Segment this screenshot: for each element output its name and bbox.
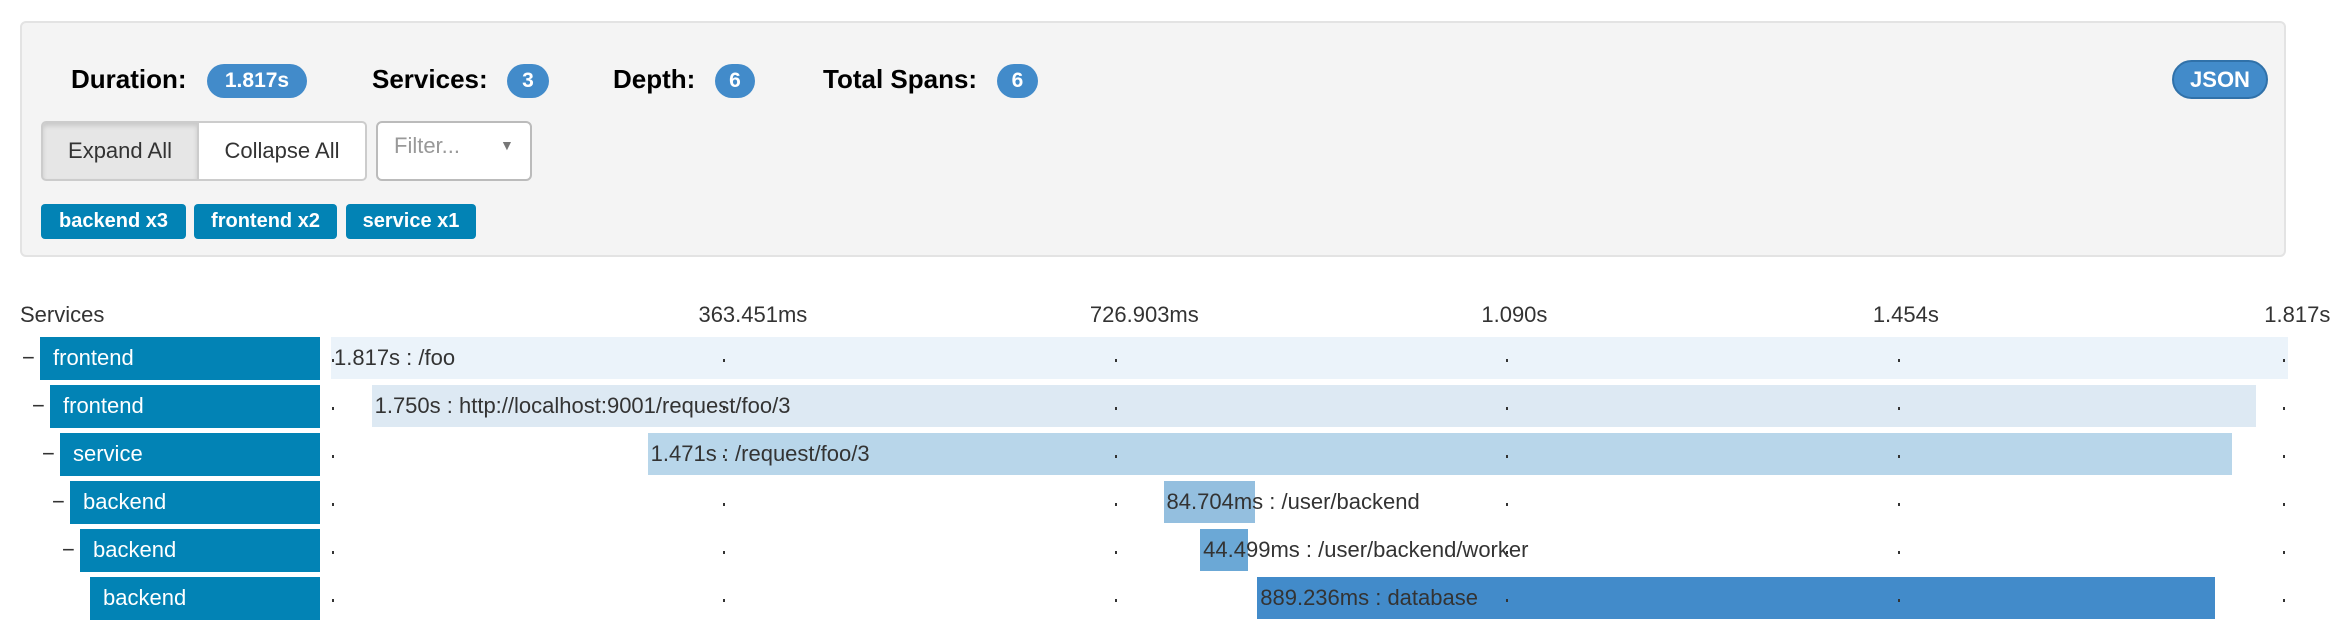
- tick-marker: [1897, 407, 1900, 410]
- service-tag-service[interactable]: service x1: [346, 204, 476, 239]
- service-name-label[interactable]: backend: [90, 577, 320, 620]
- service-name-label[interactable]: frontend: [40, 337, 320, 380]
- total-spans-label: Total Spans:: [823, 64, 978, 94]
- service-name-label[interactable]: service: [60, 433, 320, 476]
- tick-marker: [332, 599, 334, 602]
- tick-marker: [1506, 359, 1509, 362]
- collapse-toggle-icon[interactable]: −: [32, 385, 45, 427]
- span-label[interactable]: 1.750s : http://localhost:9001/request/f…: [375, 385, 791, 427]
- tick-label: 1.090s: [1481, 302, 1548, 327]
- tick-marker: [2283, 407, 2285, 410]
- service-tag-backend[interactable]: backend x3: [41, 204, 186, 239]
- service-filter-select[interactable]: Filter... ▼: [376, 121, 532, 181]
- tick-label: 1.817s: [2264, 302, 2331, 327]
- service-tag-frontend[interactable]: frontend x2: [194, 204, 337, 239]
- span-duration-bar[interactable]: [647, 433, 2232, 475]
- services-label: Services:: [372, 64, 488, 94]
- total-spans-badge: 6: [997, 64, 1038, 98]
- collapse-toggle-icon[interactable]: −: [62, 529, 75, 571]
- tick-marker: [1897, 359, 1900, 362]
- tick-marker: [723, 599, 726, 602]
- tick-marker: [2283, 599, 2285, 602]
- tick-marker: [1114, 599, 1117, 602]
- tick-marker: [2283, 359, 2285, 362]
- tick-label: 1.454s: [1872, 302, 1939, 327]
- duration-badge: 1.817s: [207, 64, 307, 98]
- tick-marker: [2283, 551, 2285, 554]
- span-label[interactable]: 1.471s : /request/foo/3: [651, 433, 870, 475]
- tick-marker: [1897, 503, 1900, 506]
- tick-marker: [1114, 455, 1117, 458]
- span-label[interactable]: 1.817s : /foo: [334, 337, 455, 379]
- tick-marker: [1114, 359, 1117, 362]
- span-label[interactable]: 44.499ms : /user/backend/worker: [1203, 529, 1528, 571]
- expand-collapse-group: Expand All Collapse All: [41, 121, 367, 181]
- tick-marker: [332, 455, 334, 458]
- span-duration-bar[interactable]: [331, 337, 2288, 379]
- tick-marker: [2283, 503, 2285, 506]
- tick-marker: [1506, 503, 1509, 506]
- collapse-all-button[interactable]: Collapse All: [199, 121, 367, 181]
- collapse-toggle-icon[interactable]: −: [52, 481, 65, 523]
- depth-badge: 6: [715, 64, 755, 98]
- tick-marker: [1506, 599, 1509, 602]
- services-column-header: Services: [20, 302, 105, 327]
- tick-marker: [1897, 599, 1900, 602]
- span-label[interactable]: 889.236ms : database: [1260, 577, 1478, 619]
- expand-all-button[interactable]: Expand All: [41, 121, 199, 181]
- tick-marker: [1114, 551, 1117, 554]
- tick-marker: [1114, 407, 1117, 410]
- tick-marker: [723, 359, 726, 362]
- tick-marker: [723, 503, 726, 506]
- collapse-toggle-icon[interactable]: −: [42, 433, 55, 475]
- tick-label: 726.903ms: [1089, 302, 1199, 327]
- tick-marker: [1897, 455, 1900, 458]
- service-name-label[interactable]: backend: [70, 481, 320, 524]
- depth-label: Depth:: [613, 64, 696, 94]
- filter-placeholder: Filter...: [394, 133, 461, 158]
- tick-marker: [332, 407, 334, 410]
- duration-label: Duration:: [71, 64, 187, 94]
- json-button[interactable]: JSON: [2172, 60, 2268, 99]
- tick-marker: [1506, 407, 1509, 410]
- tick-marker: [2283, 455, 2285, 458]
- tick-label: 363.451ms: [698, 302, 808, 327]
- tick-marker: [332, 551, 334, 554]
- tick-marker: [723, 551, 726, 554]
- tick-marker: [332, 503, 334, 506]
- span-label[interactable]: 84.704ms : /user/backend: [1167, 481, 1420, 523]
- tick-marker: [1897, 551, 1900, 554]
- collapse-toggle-icon[interactable]: −: [22, 337, 35, 379]
- service-name-label[interactable]: backend: [80, 529, 320, 572]
- tick-marker: [1506, 455, 1509, 458]
- tick-marker: [1114, 503, 1117, 506]
- service-name-label[interactable]: frontend: [50, 385, 320, 428]
- services-count-badge: 3: [507, 64, 549, 98]
- caret-down-icon: ▼: [500, 137, 514, 153]
